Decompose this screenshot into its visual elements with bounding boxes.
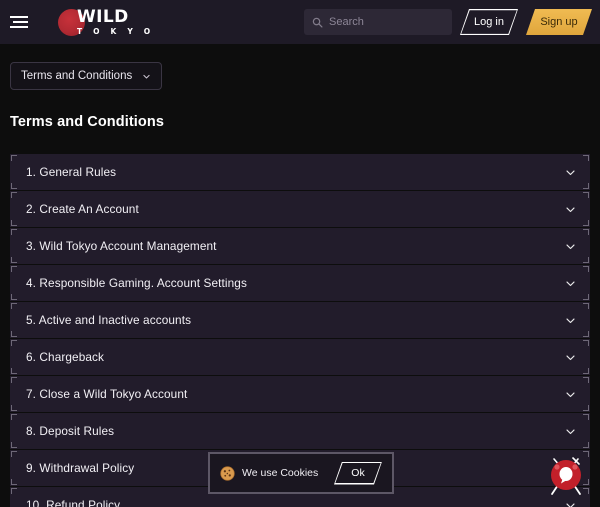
hamburger-bar <box>10 15 28 19</box>
corner-bracket-icon <box>583 405 589 411</box>
accordion-item-label: 7. Close a Wild Tokyo Account <box>26 387 188 401</box>
search-box[interactable] <box>304 9 452 35</box>
logo-text: WILD T O K Y O <box>77 6 155 36</box>
corner-bracket-icon <box>583 229 589 235</box>
hamburger-bar <box>10 25 28 29</box>
accordion-item-label: 2. Create An Account <box>26 202 139 216</box>
logo-secondary-text: T O K Y O <box>77 26 155 36</box>
chevron-down-icon[interactable] <box>565 352 576 363</box>
chat-bubble-icon <box>551 457 581 495</box>
corner-bracket-icon <box>11 368 17 374</box>
section-dropdown-value: Terms and Conditions <box>21 70 133 82</box>
accordion-item-label: 4. Responsible Gaming. Account Settings <box>26 276 247 290</box>
hamburger-bar <box>13 20 28 24</box>
header-actions: Log in Sign up <box>304 9 592 35</box>
corner-bracket-icon <box>11 405 17 411</box>
corner-bracket-icon <box>11 479 17 485</box>
corner-bracket-icon <box>583 414 589 420</box>
corner-bracket-icon <box>583 183 589 189</box>
corner-bracket-icon <box>11 451 17 457</box>
corner-bracket-icon <box>11 257 17 263</box>
cookie-icon <box>220 465 235 481</box>
accordion-item[interactable]: 8. Deposit Rules <box>10 413 590 449</box>
page-title: Terms and Conditions <box>10 114 164 130</box>
signup-button[interactable]: Sign up <box>526 9 592 35</box>
login-button-label: Log in <box>461 10 517 34</box>
chevron-down-icon[interactable] <box>565 500 576 507</box>
chevron-down-icon[interactable] <box>565 241 576 252</box>
corner-bracket-icon <box>11 183 17 189</box>
accordion-item-label: 8. Deposit Rules <box>26 424 115 438</box>
cookie-ok-label: Ok <box>335 463 381 484</box>
corner-bracket-icon <box>11 442 17 448</box>
corner-bracket-icon <box>11 155 17 161</box>
corner-bracket-icon <box>583 377 589 383</box>
search-icon <box>312 17 323 28</box>
accordion-item[interactable]: 1. General Rules <box>10 154 590 190</box>
corner-bracket-icon <box>583 331 589 337</box>
chevron-down-icon <box>143 74 150 78</box>
corner-bracket-icon <box>583 257 589 263</box>
corner-bracket-icon <box>11 377 17 383</box>
corner-bracket-icon <box>583 220 589 226</box>
accordion-item-label: 1. General Rules <box>26 165 117 179</box>
accordion-item[interactable]: 6. Chargeback <box>10 339 590 375</box>
corner-bracket-icon <box>11 266 17 272</box>
corner-bracket-icon <box>11 488 17 494</box>
corner-bracket-icon <box>583 368 589 374</box>
chevron-down-icon[interactable] <box>565 278 576 289</box>
chevron-down-icon[interactable] <box>565 426 576 437</box>
hamburger-menu-icon[interactable] <box>10 11 32 33</box>
search-input[interactable] <box>329 16 444 28</box>
corner-bracket-icon <box>583 192 589 198</box>
corner-bracket-icon <box>583 294 589 300</box>
corner-bracket-icon <box>583 303 589 309</box>
cookie-consent-banner: We use Cookies Ok <box>208 452 394 494</box>
chevron-down-icon[interactable] <box>565 204 576 215</box>
corner-bracket-icon <box>11 331 17 337</box>
main-content: Terms and Conditions Terms and Condition… <box>0 62 600 507</box>
corner-bracket-icon <box>11 294 17 300</box>
accordion-item-label: 3. Wild Tokyo Account Management <box>26 239 217 253</box>
accordion-item[interactable]: 4. Responsible Gaming. Account Settings <box>10 265 590 301</box>
accordion-item[interactable]: 5. Active and Inactive accounts <box>10 302 590 338</box>
accordion-item-label: 6. Chargeback <box>26 350 105 364</box>
cookie-ok-button[interactable]: Ok <box>334 462 382 485</box>
chevron-down-icon[interactable] <box>565 315 576 326</box>
chevron-down-icon[interactable] <box>565 389 576 400</box>
chevron-down-icon[interactable] <box>565 167 576 178</box>
login-button[interactable]: Log in <box>460 9 518 35</box>
accordion-item-label: 9. Withdrawal Policy <box>26 461 135 475</box>
corner-bracket-icon <box>583 340 589 346</box>
accordion-item[interactable]: 3. Wild Tokyo Account Management <box>10 228 590 264</box>
corner-bracket-icon <box>11 303 17 309</box>
site-logo[interactable]: WILD T O K Y O <box>58 6 155 36</box>
logo-primary-text: WILD <box>77 6 129 27</box>
accordion-item-label: 5. Active and Inactive accounts <box>26 313 192 327</box>
live-chat-button[interactable] <box>540 447 592 499</box>
corner-bracket-icon <box>11 229 17 235</box>
accordion-item-label: 10. Refund Policy <box>26 498 121 507</box>
accordion-item[interactable]: 7. Close a Wild Tokyo Account <box>10 376 590 412</box>
corner-bracket-icon <box>11 192 17 198</box>
site-header: WILD T O K Y O Log in Sign up <box>0 0 600 44</box>
accordion-item[interactable]: 2. Create An Account <box>10 191 590 227</box>
corner-bracket-icon <box>583 155 589 161</box>
corner-bracket-icon <box>11 414 17 420</box>
cookie-banner-text: We use Cookies <box>242 467 319 479</box>
corner-bracket-icon <box>583 266 589 272</box>
corner-bracket-icon <box>11 340 17 346</box>
section-dropdown[interactable]: Terms and Conditions <box>10 62 162 90</box>
corner-bracket-icon <box>11 220 17 226</box>
